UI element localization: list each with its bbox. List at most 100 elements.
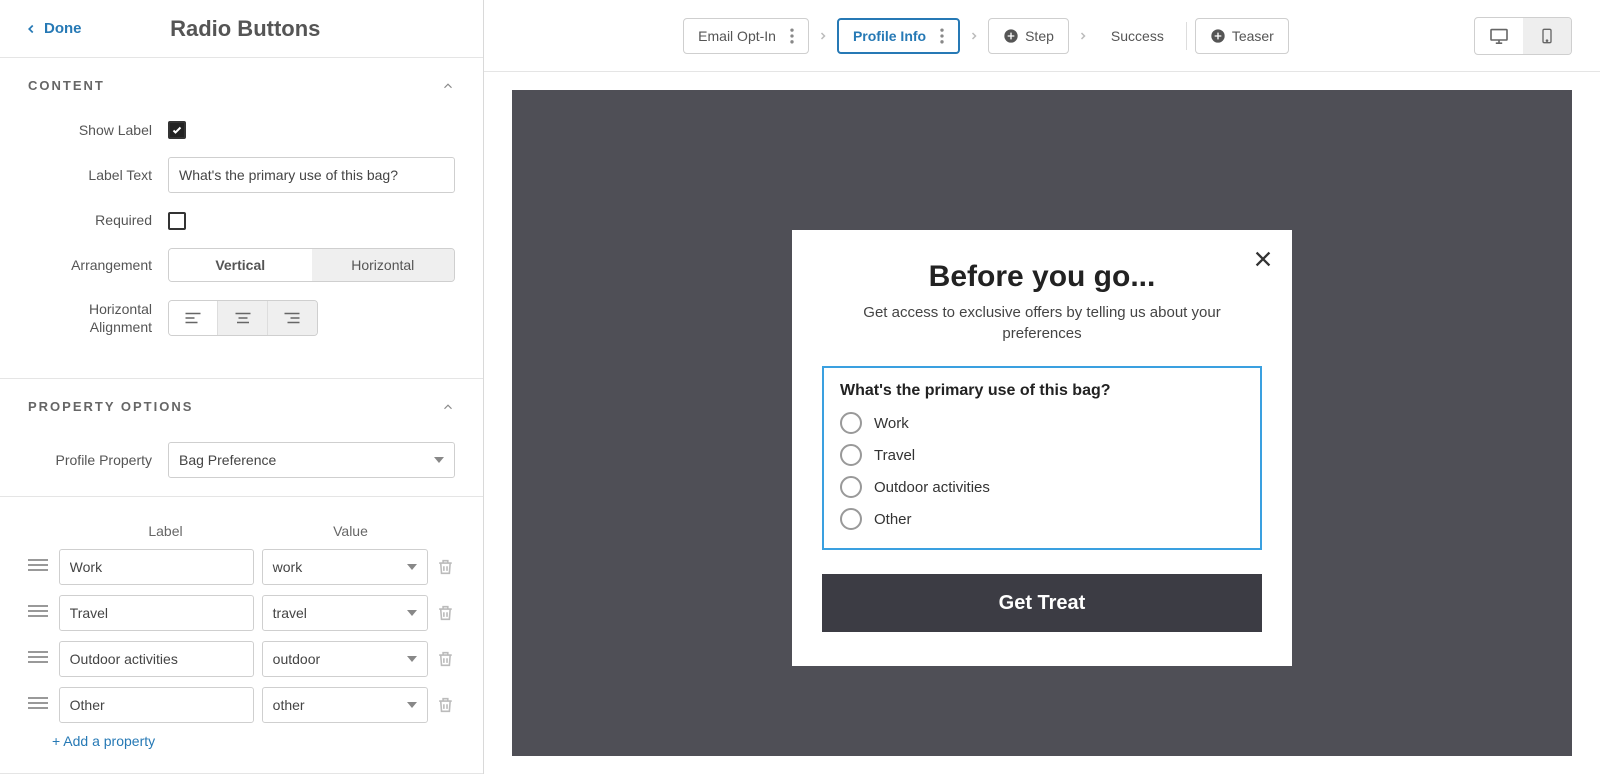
option-value-select[interactable]: work <box>262 549 428 585</box>
cta-label: Get Treat <box>999 592 1086 615</box>
option-row: other <box>28 687 455 723</box>
content-panel-header[interactable]: Content <box>0 58 483 113</box>
align-left-button[interactable] <box>169 301 218 335</box>
chevron-right-icon <box>968 30 980 42</box>
divider <box>1186 22 1187 50</box>
trash-icon[interactable] <box>436 695 455 715</box>
required-label: Required <box>28 211 168 229</box>
canvas-stage: Before you go... Get access to exclusive… <box>512 90 1572 756</box>
chevron-right-icon <box>1077 30 1089 42</box>
sidebar: Done Radio Buttons Content Show Label La… <box>0 0 484 774</box>
step-success[interactable]: Success <box>1097 18 1178 54</box>
radio-label: Outdoor activities <box>874 479 990 496</box>
radio-label: Travel <box>874 447 915 464</box>
drag-icon <box>28 650 48 664</box>
add-teaser-button[interactable]: Teaser <box>1195 18 1289 54</box>
back-label: Done <box>44 20 82 37</box>
sidebar-title: Radio Buttons <box>82 16 410 42</box>
dots-vertical-icon[interactable] <box>782 26 802 46</box>
drag-handle[interactable] <box>28 558 51 577</box>
radio-option[interactable]: Other <box>840 508 1244 530</box>
add-property-link[interactable]: + Add a property <box>28 733 455 749</box>
close-icon[interactable] <box>1252 248 1274 270</box>
step-profile-info[interactable]: Profile Info <box>837 18 960 54</box>
chevron-up-icon <box>441 79 455 93</box>
radio-circle-icon <box>840 444 862 466</box>
arrow-left-icon <box>24 22 38 36</box>
property-panel: Property Options Profile Property Bag Pr… <box>0 379 483 774</box>
add-step-button[interactable]: Step <box>988 18 1069 54</box>
option-label-input[interactable] <box>59 549 254 585</box>
property-panel-header[interactable]: Property Options <box>0 379 483 434</box>
trash-icon[interactable] <box>436 649 455 669</box>
property-panel-title: Property Options <box>28 399 193 414</box>
drag-handle[interactable] <box>28 650 51 669</box>
cta-button[interactable]: Get Treat <box>822 574 1262 632</box>
align-right-button[interactable] <box>268 301 317 335</box>
step-label: Teaser <box>1232 28 1274 44</box>
radio-circle-icon <box>840 508 862 530</box>
trash-icon[interactable] <box>436 557 455 577</box>
align-left-icon <box>184 311 202 325</box>
step-label: Step <box>1025 28 1054 44</box>
label-text-input[interactable] <box>168 157 455 193</box>
desktop-icon <box>1489 28 1509 44</box>
chevron-up-icon <box>441 400 455 414</box>
sidebar-header: Done Radio Buttons <box>0 0 483 58</box>
label-text-label: Label Text <box>28 166 168 184</box>
canvas: Before you go... Get access to exclusive… <box>484 72 1600 774</box>
arrangement-label: Arrangement <box>28 256 168 274</box>
drag-handle[interactable] <box>28 696 51 715</box>
halign-group <box>168 300 318 336</box>
topbar: Email Opt-In Profile Info Step Success <box>484 0 1600 72</box>
option-label-input[interactable] <box>59 641 254 677</box>
radio-circle-icon <box>840 476 862 498</box>
option-row: outdoor <box>28 641 455 677</box>
align-right-icon <box>283 311 301 325</box>
caret-down-icon <box>407 654 417 664</box>
content-panel-title: Content <box>28 78 105 93</box>
arrangement-vertical[interactable]: Vertical <box>169 249 312 281</box>
profile-property-value: Bag Preference <box>179 452 276 468</box>
col-label-header: Label <box>68 523 263 539</box>
option-value-select[interactable]: travel <box>262 595 428 631</box>
drag-handle[interactable] <box>28 604 51 623</box>
caret-down-icon <box>434 455 444 465</box>
step-label: Profile Info <box>853 28 926 44</box>
halign-label: Horizontal Alignment <box>28 300 168 336</box>
content-panel: Content Show Label Label Text Required <box>0 58 483 379</box>
trash-icon[interactable] <box>436 603 455 623</box>
dots-vertical-icon[interactable] <box>932 26 952 46</box>
caret-down-icon <box>407 562 417 572</box>
show-label-checkbox[interactable] <box>168 121 186 139</box>
required-checkbox[interactable] <box>168 212 186 230</box>
profile-property-select[interactable]: Bag Preference <box>168 442 455 478</box>
device-mobile-button[interactable] <box>1523 18 1571 54</box>
step-label: Email Opt-In <box>698 28 776 44</box>
radio-option[interactable]: Outdoor activities <box>840 476 1244 498</box>
col-value-header: Value <box>263 523 438 539</box>
step-email-opt-in[interactable]: Email Opt-In <box>683 18 809 54</box>
radio-option[interactable]: Travel <box>840 444 1244 466</box>
radio-label: Other <box>874 511 912 528</box>
radio-group-box[interactable]: What's the primary use of this bag? Work… <box>822 366 1262 550</box>
radio-option[interactable]: Work <box>840 412 1244 434</box>
caret-down-icon <box>407 700 417 710</box>
option-label-input[interactable] <box>59 595 254 631</box>
option-value-select[interactable]: outdoor <box>262 641 428 677</box>
device-desktop-button[interactable] <box>1475 18 1523 54</box>
option-value: travel <box>273 605 307 621</box>
options-header: Label Value <box>28 511 455 549</box>
arrangement-toggle: Vertical Horizontal <box>168 248 455 282</box>
option-label-input[interactable] <box>59 687 254 723</box>
radio-label: Work <box>874 415 909 432</box>
back-button[interactable]: Done <box>24 20 82 37</box>
option-value-select[interactable]: other <box>262 687 428 723</box>
drag-icon <box>28 604 48 618</box>
align-center-button[interactable] <box>218 301 267 335</box>
plus-circle-icon <box>1003 28 1019 44</box>
option-row: work <box>28 549 455 585</box>
arrangement-horizontal[interactable]: Horizontal <box>312 249 455 281</box>
modal-subtitle: Get access to exclusive offers by tellin… <box>822 302 1262 344</box>
drag-icon <box>28 558 48 572</box>
